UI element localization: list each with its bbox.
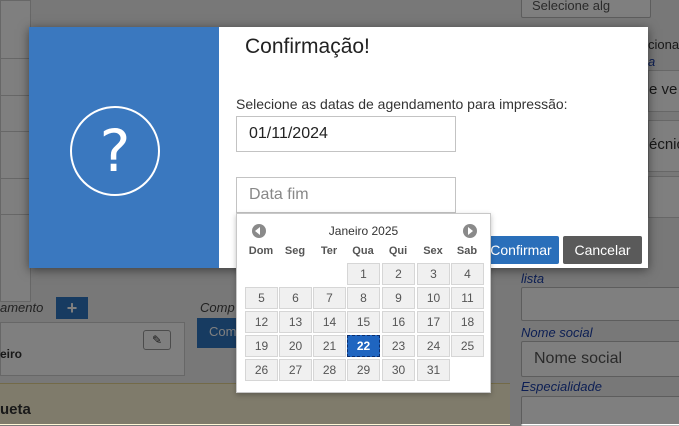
calendar-day[interactable]: 15 [347, 311, 380, 333]
calendar-day[interactable]: 5 [245, 287, 278, 309]
calendar-day[interactable]: 13 [279, 311, 312, 333]
weekday-header: Qui [388, 245, 408, 257]
calendar-day[interactable]: 16 [382, 311, 415, 333]
cancel-button[interactable]: Cancelar [563, 236, 642, 264]
calendar-day[interactable]: 22 [347, 335, 380, 357]
weekday-header: Qua [352, 245, 374, 257]
calendar-day[interactable]: 17 [417, 311, 450, 333]
calendar-day[interactable]: 20 [279, 335, 312, 357]
calendar-day[interactable]: 18 [451, 311, 484, 333]
calendar-day[interactable]: 31 [417, 359, 450, 381]
dialog-prompt: Selecione as datas de agendamento para i… [236, 96, 568, 112]
calendar-day[interactable]: 3 [417, 263, 450, 285]
calendar-day[interactable]: 1 [347, 263, 380, 285]
calendar-day[interactable]: 9 [382, 287, 415, 309]
calendar-day[interactable]: 29 [347, 359, 380, 381]
next-month-icon[interactable] [463, 224, 477, 238]
calendar-day[interactable]: 28 [313, 359, 346, 381]
calendar-day[interactable]: 12 [245, 311, 278, 333]
datepicker: Janeiro 2025 Dom Seg Ter Qua Qui Sex Sab 1 2 3 4 5 6… [236, 213, 491, 393]
start-date-input[interactable]: 01/11/2024 [236, 116, 456, 152]
calendar-day[interactable]: 23 [382, 335, 415, 357]
weekday-header: Dom [248, 245, 274, 257]
calendar-day[interactable]: 19 [245, 335, 278, 357]
calendar-day[interactable]: 24 [417, 335, 450, 357]
weekday-header: Seg [284, 245, 306, 257]
calendar-day[interactable]: 8 [347, 287, 380, 309]
calendar-day[interactable]: 27 [279, 359, 312, 381]
weekday-header: Ter [320, 245, 338, 257]
calendar-day[interactable]: 4 [451, 263, 484, 285]
question-icon: ? [70, 106, 160, 196]
calendar-day[interactable]: 14 [313, 311, 346, 333]
weekday-header: Sex [423, 245, 443, 257]
calendar-day[interactable]: 21 [313, 335, 346, 357]
weekday-header: Sab [456, 245, 478, 257]
calendar-day[interactable]: 30 [382, 359, 415, 381]
confirm-button[interactable]: Confirmar [483, 236, 559, 264]
dialog-icon-panel: ? [29, 27, 219, 268]
calendar-day[interactable]: 26 [245, 359, 278, 381]
calendar-day[interactable]: 25 [451, 335, 484, 357]
calendar-day[interactable]: 2 [382, 263, 415, 285]
end-date-input[interactable] [236, 177, 456, 213]
dialog-title: Confirmação! [245, 35, 370, 58]
calendar-day[interactable]: 10 [417, 287, 450, 309]
datepicker-month-label: Janeiro 2025 [328, 224, 399, 238]
calendar-day[interactable]: 7 [313, 287, 346, 309]
calendar-day[interactable]: 6 [279, 287, 312, 309]
calendar-day[interactable]: 11 [451, 287, 484, 309]
